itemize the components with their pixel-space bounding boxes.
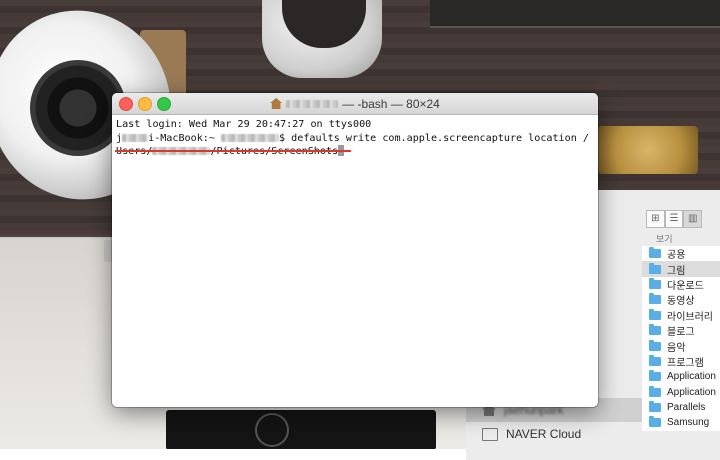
folder-list-item[interactable]: 블로그 <box>642 323 720 338</box>
folder-label: Application <box>667 371 716 383</box>
folder-list-item[interactable]: 공용 <box>642 246 720 261</box>
list-view-icon[interactable]: ☰ <box>664 210 684 228</box>
folder-list-item[interactable]: 음악 <box>642 338 720 354</box>
folder-label: Application <box>667 386 716 398</box>
folder-list-item[interactable]: Application <box>642 369 720 384</box>
sidebar-item-label: NAVER Cloud <box>506 427 582 441</box>
folder-label: 동영상 <box>667 296 695 308</box>
redacted-username <box>286 99 339 108</box>
icon-view-icon[interactable]: ⊞ <box>646 210 665 228</box>
view-mode-toggle[interactable]: ⊞ ☰ ▥ <box>646 210 703 228</box>
keyboard-knob <box>255 413 289 447</box>
folder-label: 음악 <box>667 342 686 354</box>
folder-label: 프로그램 <box>667 357 704 369</box>
folder-icon <box>649 308 661 320</box>
folder-list-item[interactable]: 프로그램 <box>642 354 720 369</box>
home-folder-icon <box>270 98 283 109</box>
folder-icon <box>649 339 661 351</box>
folder-icon <box>649 262 661 274</box>
folder-list-item[interactable]: 동영상 <box>642 292 720 307</box>
view-label: 보기 <box>656 234 673 244</box>
keyboard-device <box>166 410 436 449</box>
folder-list-item[interactable]: Application <box>642 385 720 400</box>
folder-list-item[interactable]: 그림 <box>642 261 720 277</box>
highlight-underline <box>115 150 351 152</box>
folder-icon <box>649 385 661 397</box>
folder-icon <box>649 401 661 413</box>
prompt-host: i-MacBook:~ <box>148 132 222 144</box>
folder-list: 공용그림다운로드동영상라이브러리블로그음악프로그램 Application Appl… <box>642 246 720 431</box>
folder-icon <box>482 427 498 441</box>
folder-label: 다운로드 <box>667 280 704 292</box>
folder-label: 그림 <box>667 265 686 277</box>
folder-list-item[interactable]: Samsung <box>642 415 720 430</box>
folder-label: Samsung <box>667 417 710 429</box>
folder-icon <box>649 354 661 366</box>
sidebar-item-naver-cloud[interactable]: NAVER Cloud <box>466 422 642 446</box>
folder-list-item[interactable]: 다운로드 <box>642 277 720 292</box>
laptop-edge <box>430 0 720 28</box>
folder-icon <box>649 324 661 336</box>
command-text: $ defaults write com.apple.screencapture… <box>279 132 589 144</box>
window-title: — -bash — 80×24 <box>270 97 440 111</box>
gold-badge <box>598 126 698 174</box>
minimize-button[interactable] <box>138 97 152 111</box>
folder-label: Parallels <box>667 402 706 414</box>
folder-label: 공용 <box>667 250 686 262</box>
folder-icon <box>649 370 661 382</box>
terminal-window[interactable]: — -bash — 80×24 Last login: Wed Mar 29 2… <box>112 93 598 407</box>
terminal-titlebar[interactable]: — -bash — 80×24 <box>112 93 598 115</box>
maximize-button[interactable] <box>157 97 171 111</box>
folder-icon <box>649 416 661 428</box>
close-button[interactable] <box>119 97 133 111</box>
folder-list-item[interactable]: 라이브러리 <box>642 308 720 323</box>
column-view-icon[interactable]: ▥ <box>683 210 703 228</box>
folder-icon <box>649 293 661 305</box>
folder-list-item[interactable]: Parallels <box>642 400 720 415</box>
folder-icon <box>649 247 661 259</box>
redacted-username <box>122 133 149 142</box>
title-text: — -bash — 80×24 <box>342 96 440 111</box>
folder-icon <box>649 277 661 289</box>
redacted-username <box>221 133 280 142</box>
last-login-line: Last login: Wed Mar 29 20:47:27 on ttys0… <box>116 119 372 130</box>
folder-label: 라이브러리 <box>667 311 713 323</box>
folder-label: 블로그 <box>667 327 695 339</box>
